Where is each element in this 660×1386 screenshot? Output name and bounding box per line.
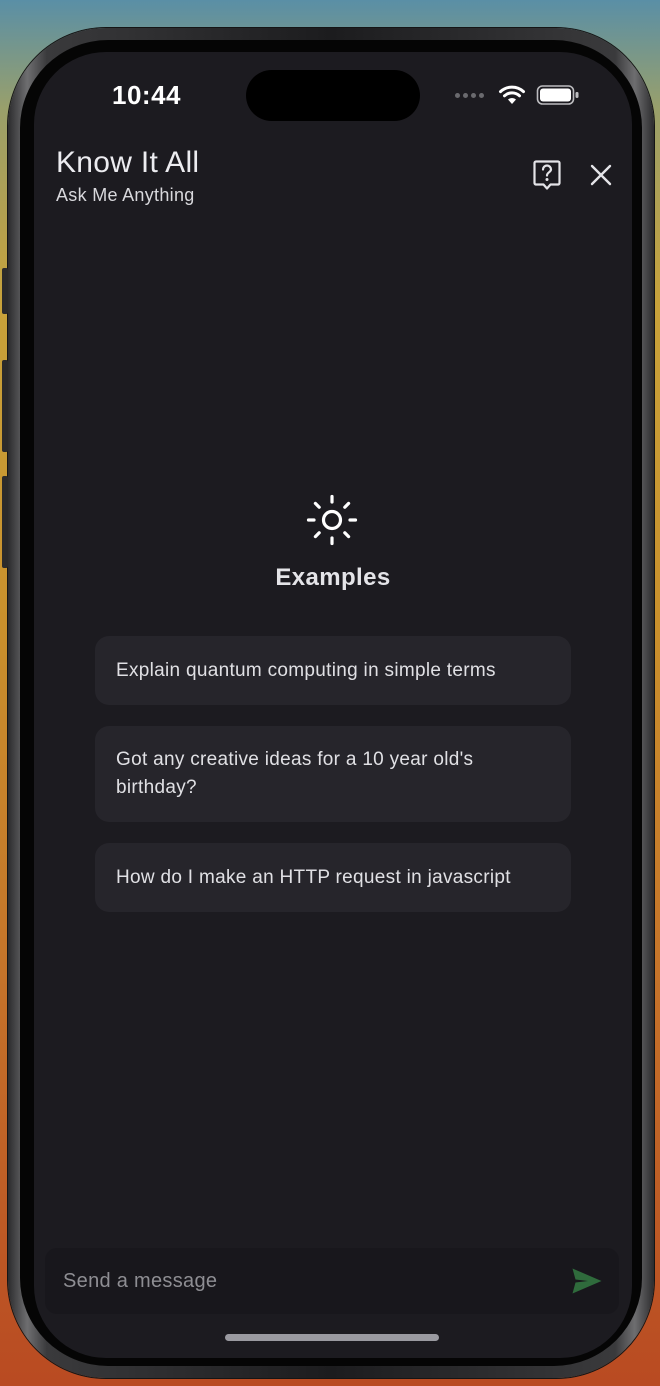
message-composer [45, 1248, 619, 1314]
example-prompt-quantum[interactable]: Explain quantum computing in simple term… [95, 636, 571, 705]
example-prompt-text: Got any creative ideas for a 10 year old… [116, 749, 474, 798]
status-icons [455, 84, 580, 106]
home-indicator [225, 1334, 439, 1341]
examples-heading: Examples [275, 564, 391, 591]
example-prompt-http[interactable]: How do I make an HTTP request in javascr… [95, 843, 571, 912]
app-subtitle: Ask Me Anything [56, 185, 195, 205]
close-icon [590, 164, 612, 186]
mute-switch [2, 268, 8, 314]
example-prompt-text: Explain quantum computing in simple term… [116, 659, 496, 681]
help-button[interactable] [530, 158, 564, 192]
question-bubble-icon [533, 160, 561, 190]
send-button[interactable] [569, 1263, 605, 1299]
cellular-signal-icon [455, 92, 484, 98]
battery-icon [536, 85, 579, 105]
app-title: Know It All [56, 146, 200, 179]
dynamic-island [246, 70, 420, 121]
sun-icon [306, 494, 358, 546]
volume-down-button [2, 476, 8, 568]
message-input[interactable] [61, 1268, 569, 1294]
example-prompt-text: How do I make an HTTP request in javascr… [116, 866, 511, 888]
example-prompt-birthday[interactable]: Got any creative ideas for a 10 year old… [95, 726, 571, 822]
app-screen: 10:44 Know It All Ask Me Anything Exampl… [34, 52, 632, 1358]
send-icon [572, 1268, 602, 1294]
wifi-icon [499, 85, 525, 104]
close-button[interactable] [584, 158, 618, 192]
status-time: 10:44 [112, 80, 181, 110]
volume-up-button [2, 360, 8, 452]
